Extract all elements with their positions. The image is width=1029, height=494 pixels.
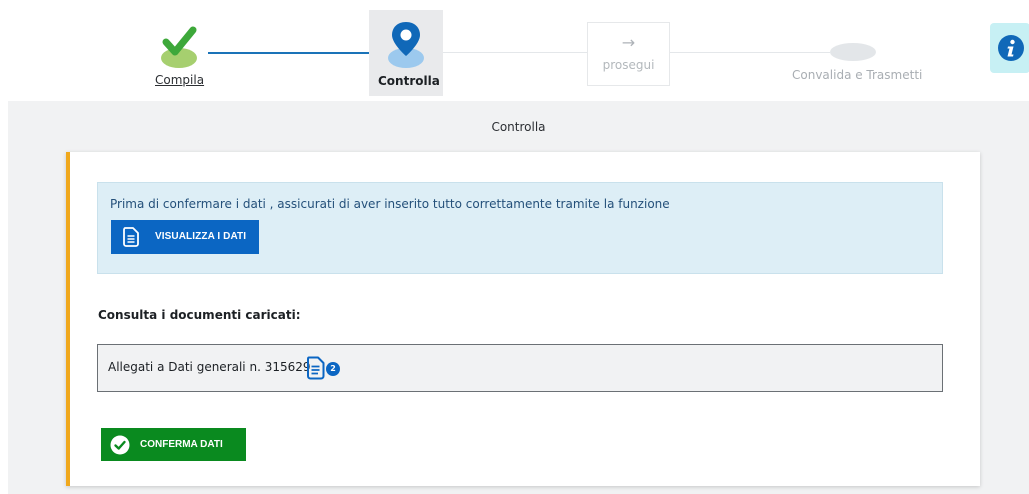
check-icon <box>161 26 197 68</box>
step-compila[interactable]: Compila <box>140 14 230 94</box>
step-controlla[interactable]: Controlla <box>369 10 443 96</box>
conferma-dati-button[interactable]: CONFERMA DATI <box>101 428 246 461</box>
info-button[interactable] <box>990 23 1029 73</box>
document-icon <box>123 227 139 247</box>
step-placeholder-icon <box>830 43 876 61</box>
progress-stepper: Compila Controlla → prosegui Convalida e… <box>0 0 1029 100</box>
step-convalida-trasmetti: Convalida e Trasmetti <box>780 40 930 90</box>
document-icon <box>307 356 325 380</box>
step-label: prosegui <box>602 58 655 72</box>
visualizza-dati-button[interactable]: VISUALIZZA I DATI <box>111 220 259 254</box>
arrow-right-icon: → <box>621 33 636 52</box>
prosegui-button[interactable]: → prosegui <box>587 22 670 86</box>
section-title: Controlla <box>491 120 546 134</box>
attachment-row: Allegati a Dati generali n. 315629 2 <box>97 344 943 392</box>
button-label: CONFERMA DATI <box>140 439 223 450</box>
step-label: Controlla <box>378 74 440 88</box>
stepper-connector-completed <box>208 52 376 54</box>
info-icon <box>998 35 1024 61</box>
attachment-count-badge: 2 <box>326 362 340 376</box>
check-circle-icon <box>110 435 130 455</box>
location-pin-icon <box>388 22 424 68</box>
step-label[interactable]: Compila <box>155 73 204 87</box>
content-card: Prima di confermare i dati , assicurati … <box>66 152 980 486</box>
alert-text: Prima di confermare i dati , assicurati … <box>110 197 670 211</box>
attachments-link[interactable]: 2 <box>306 355 342 381</box>
attachment-label: Allegati a Dati generali n. 315629 <box>108 360 311 374</box>
documents-heading: Consulta i documenti caricati: <box>98 308 301 322</box>
main-panel: Controlla Prima di confermare i dati , a… <box>8 101 1029 494</box>
stepper-connector <box>443 52 587 53</box>
step-label: Convalida e Trasmetti <box>792 68 923 82</box>
info-alert: Prima di confermare i dati , assicurati … <box>97 182 943 274</box>
button-label: VISUALIZZA I DATI <box>155 231 247 242</box>
